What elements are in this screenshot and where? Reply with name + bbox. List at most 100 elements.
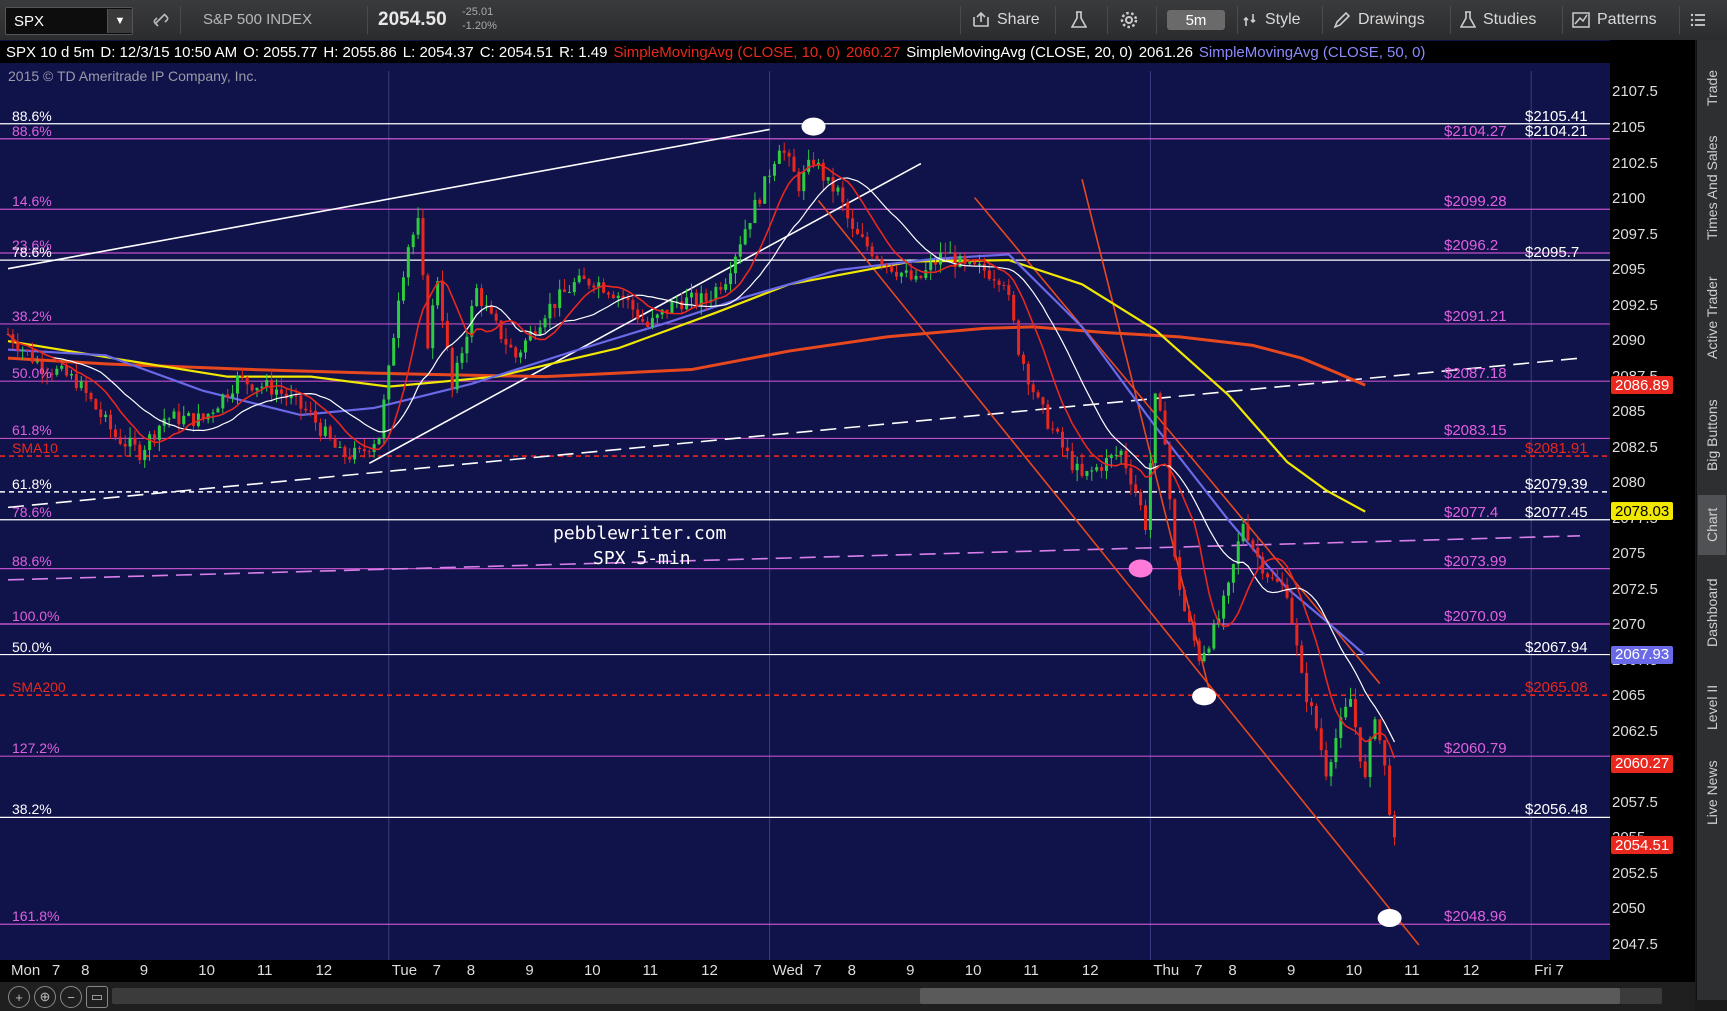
side-tab-trade[interactable]: Trade bbox=[1698, 55, 1726, 120]
level-mid-label: $2099.28 bbox=[1444, 193, 1507, 211]
time-axis-label: 7 bbox=[1194, 962, 1203, 979]
level-mid-label: $2087.18 bbox=[1444, 365, 1507, 383]
candle-body bbox=[314, 410, 318, 423]
trendline bbox=[7, 534, 1581, 581]
level-mid-label: $2104.27 bbox=[1444, 122, 1507, 140]
net-change: -25.01 bbox=[462, 6, 494, 18]
candle-body bbox=[1378, 719, 1382, 741]
side-tab-big-buttons[interactable]: Big Buttons bbox=[1698, 390, 1726, 480]
symbol-selector[interactable]: SPX ▼ bbox=[5, 7, 133, 35]
candle-body bbox=[1344, 706, 1348, 718]
candle-body bbox=[641, 319, 645, 322]
annotation-marker bbox=[1128, 559, 1153, 578]
flask-icon bbox=[1460, 11, 1476, 28]
candle-body bbox=[904, 270, 908, 273]
candle-body bbox=[1388, 765, 1392, 815]
level-left-label: 78.6% bbox=[12, 503, 52, 520]
side-tab-live-news[interactable]: Live News bbox=[1698, 755, 1726, 830]
candle-body bbox=[1300, 645, 1304, 673]
candle-body bbox=[26, 349, 30, 351]
style-button[interactable]: Style bbox=[1242, 4, 1301, 36]
level-left-label: 61.8% bbox=[12, 475, 52, 492]
time-axis-label: 8 bbox=[466, 962, 476, 979]
sma50-study-label[interactable]: SimpleMovingAvg (CLOSE, 50, 0) bbox=[1199, 44, 1426, 61]
trendline bbox=[368, 162, 922, 465]
sma10-study-label[interactable]: SimpleMovingAvg (CLOSE, 10, 0) bbox=[613, 44, 840, 61]
studies-button[interactable]: Studies bbox=[1460, 4, 1536, 36]
zoom-out-icon[interactable]: − bbox=[60, 986, 82, 1008]
candle-body bbox=[1109, 455, 1113, 458]
share-button[interactable]: Share bbox=[972, 4, 1040, 36]
candle-body bbox=[221, 394, 225, 409]
candle-body bbox=[1075, 463, 1079, 471]
flask-icon[interactable] bbox=[1071, 4, 1087, 36]
candle-body bbox=[1070, 451, 1074, 471]
candle-body bbox=[831, 177, 835, 192]
candle-body bbox=[79, 381, 83, 389]
level-left-label: SMA200 bbox=[12, 679, 66, 696]
candle-body bbox=[1085, 471, 1089, 476]
candle-body bbox=[1197, 640, 1201, 662]
link-icon[interactable] bbox=[152, 4, 170, 36]
candle-body bbox=[1031, 384, 1035, 393]
price-axis-label: 2082.5 bbox=[1612, 438, 1658, 456]
time-axis-label: 12 bbox=[1081, 962, 1099, 979]
chevron-down-icon[interactable]: ▼ bbox=[107, 9, 132, 33]
price-axis[interactable] bbox=[1610, 40, 1695, 960]
level-mid-label: $2091.21 bbox=[1444, 307, 1507, 325]
candle-body bbox=[245, 377, 249, 385]
side-tab-times-and-sales[interactable]: Times And Sales bbox=[1698, 125, 1726, 250]
candle-body bbox=[865, 236, 869, 247]
annotation-marker bbox=[1377, 909, 1402, 928]
time-axis-label: 11 bbox=[256, 962, 273, 979]
candle-body bbox=[348, 456, 352, 460]
price-axis-tag: 2067.93 bbox=[1611, 645, 1674, 664]
candle-body bbox=[1012, 294, 1016, 321]
scroll-thumb[interactable] bbox=[920, 988, 1620, 1004]
candle-body bbox=[128, 437, 132, 447]
level-mid-label: $2060.79 bbox=[1444, 740, 1507, 758]
level-mid-label: $2070.09 bbox=[1444, 608, 1507, 626]
candle-body bbox=[30, 350, 34, 363]
timeframe-selector[interactable]: 5m bbox=[1167, 10, 1225, 30]
candle-body bbox=[60, 365, 64, 369]
side-tab-dashboard[interactable]: Dashboard bbox=[1698, 565, 1726, 660]
side-tab-level-ii[interactable]: Level II bbox=[1698, 670, 1726, 745]
candle-body bbox=[924, 270, 928, 278]
price-axis-label: 2090 bbox=[1612, 332, 1646, 350]
level-right-label: $2067.94 bbox=[1525, 638, 1588, 656]
time-axis-label: 8 bbox=[81, 962, 90, 979]
candle-body bbox=[84, 381, 88, 394]
candle-body bbox=[704, 293, 708, 302]
candle-body bbox=[1178, 556, 1182, 590]
candle-body bbox=[255, 387, 259, 391]
candle-body bbox=[1275, 578, 1279, 582]
candle-body bbox=[1017, 320, 1021, 355]
candle-body bbox=[1251, 540, 1255, 548]
candle-body bbox=[445, 320, 449, 349]
time-axis-label: 8 bbox=[1228, 962, 1237, 979]
price-chart[interactable] bbox=[0, 40, 1610, 960]
zoom-in-plus-icon[interactable]: ⊕ bbox=[34, 986, 56, 1008]
candle-body bbox=[89, 393, 93, 400]
candle-body bbox=[1236, 541, 1240, 565]
price-axis-label: 2102.5 bbox=[1612, 154, 1658, 172]
candle-body bbox=[172, 411, 176, 419]
candle-body bbox=[94, 399, 98, 410]
side-tab-chart[interactable]: Chart bbox=[1698, 495, 1726, 555]
gear-icon[interactable] bbox=[1120, 4, 1138, 36]
candle-body bbox=[885, 264, 889, 266]
zoom-in-icon[interactable]: + bbox=[8, 986, 30, 1008]
patterns-button[interactable]: Patterns bbox=[1572, 4, 1657, 36]
fit-icon[interactable]: ▭ bbox=[86, 986, 108, 1008]
candle-body bbox=[934, 262, 938, 265]
price-change: -25.01 -1.20% bbox=[462, 5, 497, 33]
side-tab-active-trader[interactable]: Active Trader bbox=[1698, 255, 1726, 380]
menu-icon[interactable] bbox=[1690, 4, 1706, 36]
chart-canvas[interactable] bbox=[0, 40, 1610, 960]
drawings-button[interactable]: Drawings bbox=[1333, 4, 1425, 36]
time-axis-label: 9 bbox=[906, 962, 915, 979]
sma20-study-label[interactable]: SimpleMovingAvg (CLOSE, 20, 0) bbox=[906, 44, 1133, 61]
candle-body bbox=[509, 344, 513, 348]
symbol-input[interactable]: SPX bbox=[14, 13, 107, 30]
